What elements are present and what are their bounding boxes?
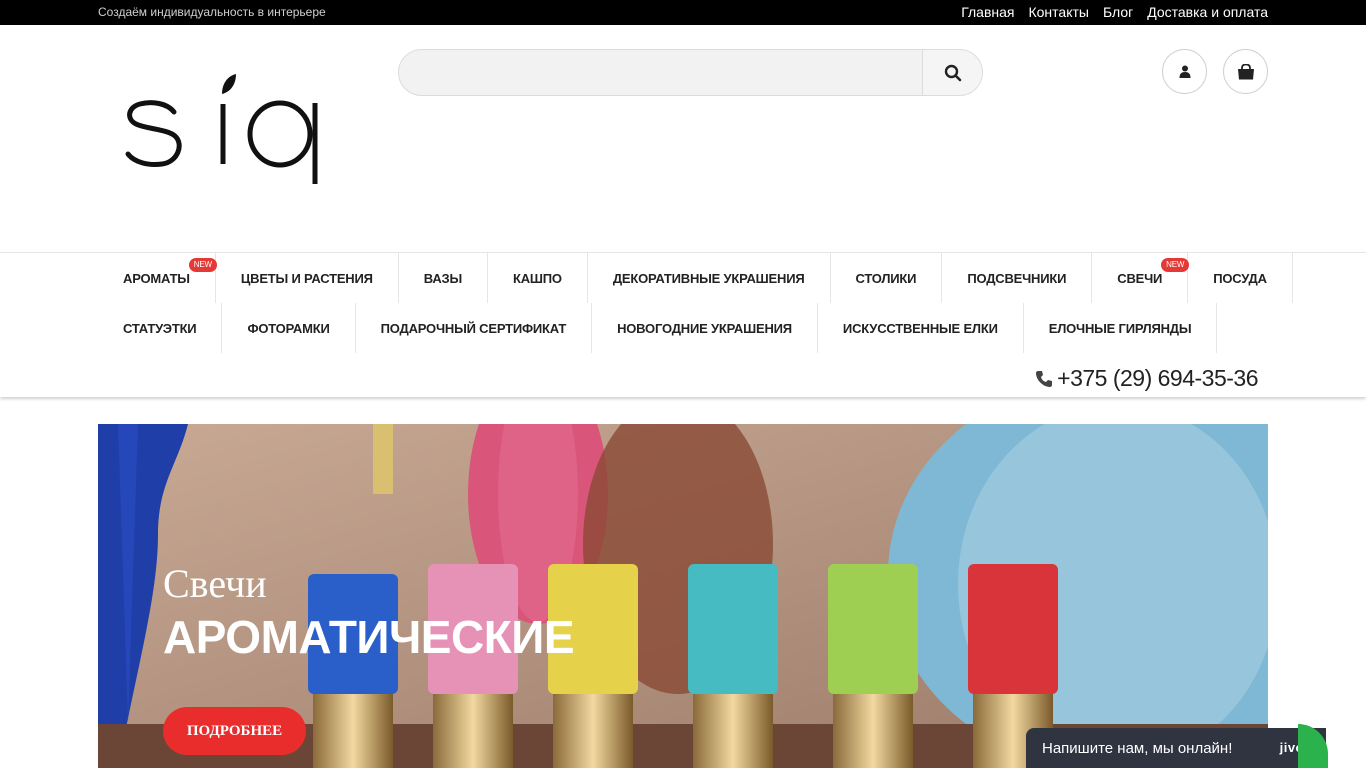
nav-item-statuettes[interactable]: СТАТУЭТКИ <box>98 303 223 353</box>
nav-item-label: КАШПО <box>512 270 562 286</box>
nav-item-label: ДЕКОРАТИВНЫЕ УКРАШЕНИЯ <box>612 270 805 286</box>
nav-item-label: АРОМАТЫ <box>123 270 190 286</box>
nav-row-2: СТАТУЭТКИ ФОТОРАМКИ ПОДАРОЧНЫЙ СЕРТИФИКА… <box>98 303 1218 353</box>
nav-item-label: ПОСУДА <box>1213 270 1267 286</box>
search-icon <box>944 64 961 81</box>
new-badge: NEW <box>188 258 217 272</box>
nav-item-label: СТОЛИКИ <box>855 270 917 286</box>
nav-item-label: СТАТУЭТКИ <box>123 320 197 336</box>
search-bar <box>398 49 983 96</box>
tagline: Создаём индивидуальность в интерьере <box>98 5 326 19</box>
nav-item-vases[interactable]: ВАЗЫ <box>399 253 488 303</box>
top-bar: Создаём индивидуальность в интерьере Гла… <box>0 0 1366 25</box>
top-link-home[interactable]: Главная <box>961 4 1014 20</box>
chat-widget[interactable]: Напишите нам, мы онлайн! jivo <box>1026 724 1328 768</box>
banner-more-button[interactable]: ПОДРОБНЕЕ <box>163 707 306 755</box>
nav-item-candles[interactable]: СВЕЧИ NEW <box>1092 253 1190 303</box>
top-link-blog[interactable]: Блог <box>1103 4 1133 20</box>
new-badge: NEW <box>1161 258 1190 272</box>
nav-item-gift-certificate[interactable]: ПОДАРОЧНЫЙ СЕРТИФИКАТ <box>356 303 593 353</box>
phone-icon <box>1036 370 1053 387</box>
nav-item-decorations[interactable]: ДЕКОРАТИВНЫЕ УКРАШЕНИЯ <box>588 253 831 303</box>
nav-item-label: ВАЗЫ <box>423 270 462 286</box>
nav-item-tables[interactable]: СТОЛИКИ <box>831 253 943 303</box>
site-logo[interactable] <box>122 70 327 190</box>
phone-contact[interactable]: +375 (29) 694-35-36 <box>1035 365 1258 392</box>
search-input[interactable] <box>399 50 923 95</box>
logo-graphic <box>125 74 318 184</box>
chat-status-indicator <box>1298 724 1328 768</box>
top-links: Главная Контакты Блог Доставка и оплата <box>961 4 1268 20</box>
user-icon <box>1179 65 1190 78</box>
phone-number: +375 (29) 694-35-36 <box>1057 365 1258 391</box>
nav-item-label: ИСКУССТВЕННЫЕ ЕЛКИ <box>842 320 998 336</box>
hero-banner[interactable]: Свечи АРОМАТИЧЕСКИЕ ПОДРОБНЕЕ <box>98 424 1268 768</box>
nav-item-label: НОВОГОДНИЕ УКРАШЕНИЯ <box>617 320 792 336</box>
nav-item-artificial-trees[interactable]: ИСКУССТВЕННЫЕ ЕЛКИ <box>818 303 1024 353</box>
nav-item-flowers[interactable]: ЦВЕТЫ И РАСТЕНИЯ <box>216 253 399 303</box>
account-button[interactable] <box>1162 49 1207 94</box>
nav-item-label: ФОТОРАМКИ <box>247 320 330 336</box>
nav-item-label: ПОДСВЕЧНИКИ <box>967 270 1067 286</box>
nav-item-tableware[interactable]: ПОСУДА <box>1188 253 1293 303</box>
main-navigation: АРОМАТЫ NEW ЦВЕТЫ И РАСТЕНИЯ ВАЗЫ КАШПО … <box>0 252 1366 397</box>
search-button[interactable] <box>922 50 982 95</box>
shopping-bag-icon <box>1237 63 1254 79</box>
nav-item-photo-frames[interactable]: ФОТОРАМКИ <box>222 303 356 353</box>
nav-row-1: АРОМАТЫ NEW ЦВЕТЫ И РАСТЕНИЯ ВАЗЫ КАШПО … <box>98 253 1293 303</box>
nav-item-planters[interactable]: КАШПО <box>488 253 588 303</box>
nav-item-new-year-decorations[interactable]: НОВОГОДНИЕ УКРАШЕНИЯ <box>592 303 818 353</box>
nav-item-label: ЕЛОЧНЫЕ ГИРЛЯНДЫ <box>1048 320 1192 336</box>
banner-subtitle: Свечи <box>163 561 267 606</box>
top-link-delivery[interactable]: Доставка и оплата <box>1147 4 1268 20</box>
top-link-contacts[interactable]: Контакты <box>1028 4 1088 20</box>
nav-item-label: ПОДАРОЧНЫЙ СЕРТИФИКАТ <box>380 320 567 336</box>
nav-item-garlands[interactable]: ЕЛОЧНЫЕ ГИРЛЯНДЫ <box>1024 303 1218 353</box>
chat-label: Напишите нам, мы онлайн! <box>1042 739 1233 757</box>
banner-title: АРОМАТИЧЕСКИЕ <box>163 611 575 663</box>
nav-item-label: СВЕЧИ <box>1117 270 1163 286</box>
nav-item-label: ЦВЕТЫ И РАСТЕНИЯ <box>240 270 373 286</box>
nav-item-aromas[interactable]: АРОМАТЫ NEW <box>98 253 217 303</box>
cart-button[interactable] <box>1223 49 1268 94</box>
nav-item-candlesticks[interactable]: ПОДСВЕЧНИКИ <box>942 253 1093 303</box>
